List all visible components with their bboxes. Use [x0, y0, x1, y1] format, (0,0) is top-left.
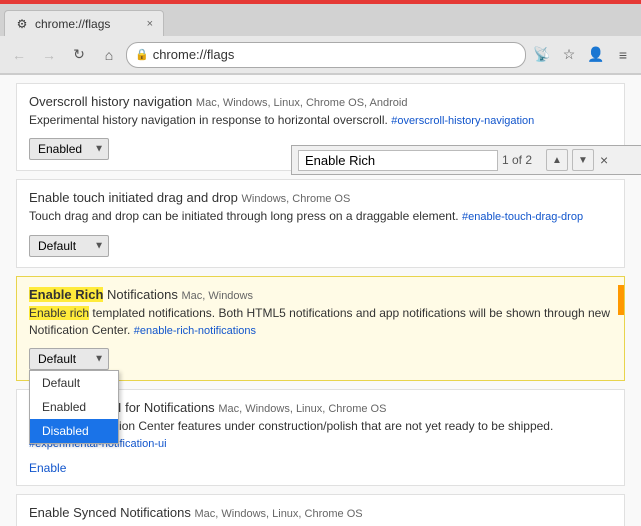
- back-button[interactable]: ←: [6, 42, 32, 68]
- flag-description: Experimental history navigation in respo…: [29, 112, 612, 129]
- desc-after: templated notifications. Both HTML5 noti…: [29, 306, 610, 337]
- address-icon: 🔒: [135, 48, 149, 61]
- flag-description: Enable rich templated notifications. Bot…: [29, 305, 612, 339]
- touch-drag-select[interactable]: Default Enabled Disabled: [29, 235, 109, 257]
- rich-notifications-select[interactable]: Default Enabled Disabled: [29, 348, 109, 370]
- find-prev-button[interactable]: ▲: [546, 149, 568, 171]
- desc-highlight: Enable rich: [29, 306, 89, 320]
- flag-title: Enable touch initiated drag and drop Win…: [29, 190, 612, 205]
- flag-title: Enable Rich Notifications Mac, Windows: [29, 287, 612, 302]
- flag-select-wrapper: Default Enabled Disabled ▼: [29, 235, 109, 257]
- find-bar: 1 of 2 ▲ ▼ ×: [291, 145, 641, 175]
- tab-close-button[interactable]: ×: [147, 18, 153, 30]
- profile-button[interactable]: 👤: [584, 43, 608, 67]
- flag-title-highlight: Enable Rich: [29, 287, 103, 302]
- flag-item-rich-notifications: Enable Rich Notifications Mac, Windows E…: [16, 276, 625, 381]
- scroll-indicator: [618, 285, 624, 315]
- flag-title: Overscroll history navigation Mac, Windo…: [29, 94, 612, 109]
- flag-link[interactable]: #enable-rich-notifications: [134, 325, 256, 337]
- flag-select-wrapper: Default Enabled Disabled ▼ Default Enabl…: [29, 348, 109, 370]
- toolbar-right: 📡 ☆ 👤 ≡: [530, 43, 635, 67]
- flag-link[interactable]: #enable-touch-drag-drop: [462, 211, 583, 223]
- flag-item-synced-notifications: Enable Synced Notifications Mac, Windows…: [16, 494, 625, 526]
- browser-tab[interactable]: ⚙ chrome://flags ×: [4, 10, 164, 36]
- tab-title: chrome://flags: [35, 17, 141, 31]
- flag-title-after: Notifications: [103, 287, 177, 302]
- find-close-button[interactable]: ×: [598, 152, 610, 168]
- flag-link[interactable]: #overscroll-history-navigation: [391, 115, 534, 127]
- find-input[interactable]: [298, 150, 498, 171]
- flag-item-touch-drag: Enable touch initiated drag and drop Win…: [16, 179, 625, 267]
- reload-button[interactable]: ↻: [66, 42, 92, 68]
- cast-button[interactable]: 📡: [530, 43, 554, 67]
- flag-title: Enable Synced Notifications Mac, Windows…: [29, 505, 612, 520]
- find-count: 1 of 2: [502, 153, 542, 167]
- address-input[interactable]: [153, 47, 517, 62]
- browser-toolbar: ← → ↻ ⌂ 🔒 📡 ☆ 👤 ≡: [0, 36, 641, 74]
- dropdown-item-default[interactable]: Default: [30, 371, 118, 395]
- dropdown-menu: Default Enabled Disabled: [29, 370, 119, 444]
- flag-description: Touch drag and drop can be initiated thr…: [29, 208, 612, 225]
- tab-favicon: ⚙: [15, 17, 29, 31]
- page-content: Overscroll history navigation Mac, Windo…: [0, 75, 641, 526]
- bookmark-button[interactable]: ☆: [557, 43, 581, 67]
- flag-enable-link[interactable]: Enable: [29, 461, 66, 475]
- find-next-button[interactable]: ▼: [572, 149, 594, 171]
- home-button[interactable]: ⌂: [96, 42, 122, 68]
- dropdown-item-enabled[interactable]: Enabled: [30, 395, 118, 419]
- forward-button[interactable]: →: [36, 42, 62, 68]
- overscroll-select[interactable]: Default Enabled Disabled: [29, 138, 109, 160]
- dropdown-item-disabled[interactable]: Disabled: [30, 419, 118, 443]
- address-bar-container: 🔒: [126, 42, 526, 68]
- menu-button[interactable]: ≡: [611, 43, 635, 67]
- flag-select-wrapper: Default Enabled Disabled ▼: [29, 138, 109, 160]
